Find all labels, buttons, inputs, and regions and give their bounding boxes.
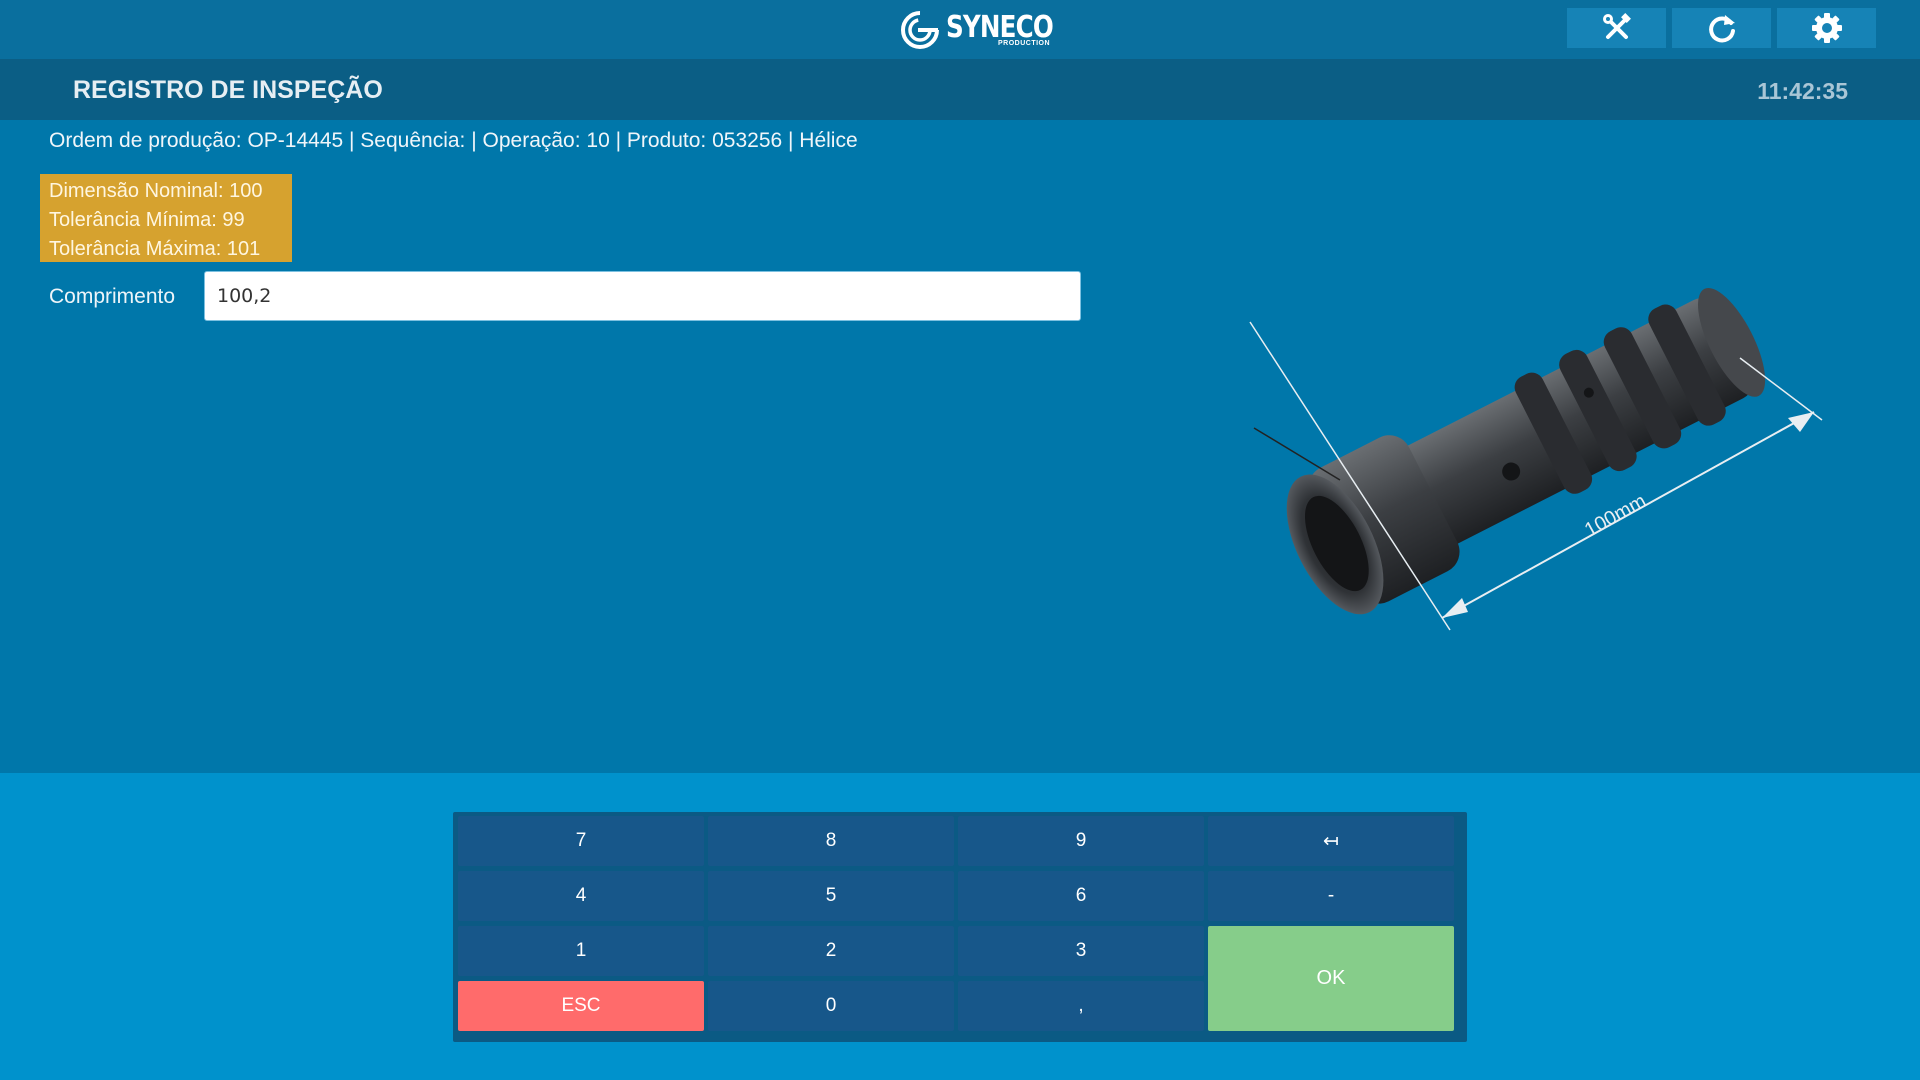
part-body: [1286, 288, 1766, 615]
brand-name: SYNECO: [946, 10, 1054, 45]
part-image: 100mm: [1249, 288, 1823, 631]
length-input[interactable]: [204, 271, 1081, 321]
syneco-logo: SYNECO PRODUCTION: [900, 8, 1076, 52]
key-5[interactable]: 5: [708, 871, 954, 921]
tolerance-panel: Dimensão Nominal: 100 Tolerância Mínima:…: [40, 174, 292, 262]
esc-button[interactable]: ESC: [458, 981, 704, 1031]
key-2[interactable]: 2: [708, 926, 954, 976]
nominal-dimension: Dimensão Nominal: 100: [49, 180, 263, 202]
key-8[interactable]: 8: [708, 816, 954, 866]
key-4[interactable]: 4: [458, 871, 704, 921]
settings-icon: [1811, 13, 1842, 43]
syneco-logo-icon: [901, 11, 939, 49]
tools-button[interactable]: [1567, 8, 1666, 48]
maximum-tolerance: Tolerância Máxima: 101: [49, 238, 261, 260]
dimension-label: 100mm: [1581, 490, 1650, 542]
minus-key[interactable]: -: [1208, 871, 1454, 921]
refresh-icon: [1708, 15, 1735, 43]
refresh-button[interactable]: [1672, 8, 1771, 48]
minimum-tolerance: Tolerância Mínima: 99: [49, 209, 245, 231]
page-title: REGISTRO DE INSPEÇÃO: [73, 76, 383, 104]
key-9[interactable]: 9: [958, 816, 1204, 866]
clock: 11:42:35: [1757, 78, 1848, 104]
settings-button[interactable]: [1777, 8, 1876, 48]
key-1[interactable]: 1: [458, 926, 704, 976]
key-0[interactable]: 0: [708, 981, 954, 1031]
key-3[interactable]: 3: [958, 926, 1204, 976]
key-7[interactable]: 7: [458, 816, 704, 866]
length-label: Comprimento: [49, 285, 176, 308]
numeric-keypad: 7 8 9 ↤ 4 5 6 - 1 2 3 OK ESC 0 ,: [453, 812, 1467, 1042]
decimal-comma-key[interactable]: ,: [958, 981, 1204, 1031]
backspace-key[interactable]: ↤: [1208, 816, 1454, 866]
ok-button[interactable]: OK: [1208, 926, 1454, 1031]
key-6[interactable]: 6: [958, 871, 1204, 921]
order-info: Ordem de produção: OP-14445 | Sequência:…: [49, 129, 858, 152]
tools-icon: [1602, 13, 1631, 39]
